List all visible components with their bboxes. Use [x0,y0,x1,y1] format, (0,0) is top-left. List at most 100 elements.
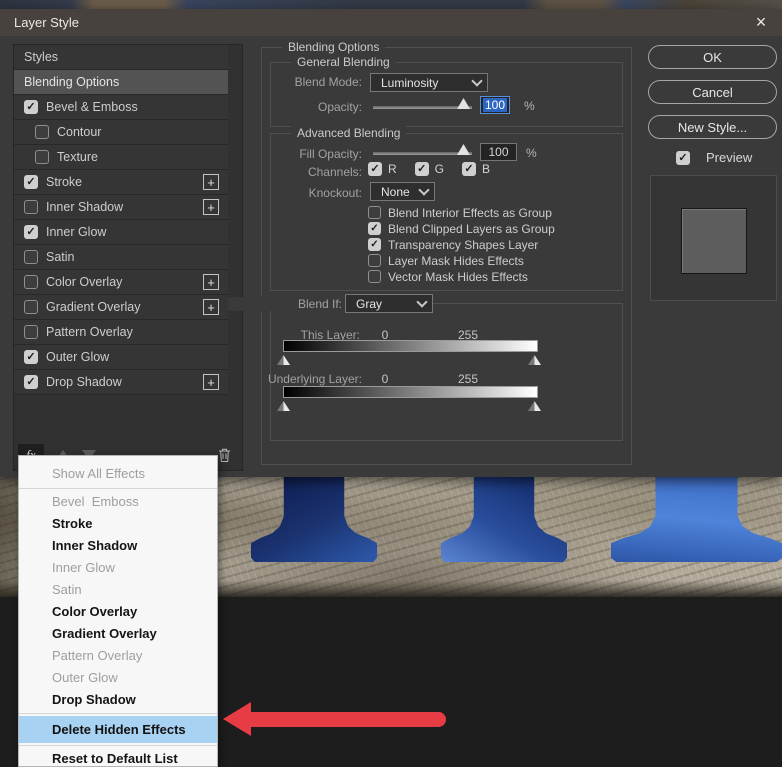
menu-separator [19,713,217,714]
transparency-shapes-layer-checkbox[interactable]: ✓ [368,238,381,251]
sidebar-item-label: Contour [57,125,102,139]
chevron-down-icon [418,184,430,196]
sidebar-item-label: Texture [57,150,98,164]
channel-g-checkbox[interactable]: ✓ [414,162,429,176]
menu-item-delete-hidden-effects[interactable]: Delete Hidden Effects [19,716,217,743]
sidebar-item-pattern-overlay[interactable]: Pattern Overlay [14,320,228,345]
layer-style-dialog: Layer Style × Styles Blending Options ✓ Bev… [0,9,782,477]
dialog-titlebar[interactable]: Layer Style × [0,9,782,36]
option-label: Transparency Shapes Layer [388,237,539,252]
channel-b: ✓ B [462,162,490,176]
add-inner-shadow-button[interactable]: + [203,199,219,215]
styles-list: Styles Blending Options ✓ Bevel & Emboss Con… [14,45,242,395]
blue-letter-shape [611,477,782,562]
menu-item-inner-shadow[interactable]: Inner Shadow [19,535,217,557]
menu-item-reset-to-default-list[interactable]: Reset to Default List [19,748,217,767]
underlying-layer-gradient-bar[interactable] [283,386,538,398]
gradient-overlay-checkbox[interactable] [24,300,38,314]
sidebar-item-label: Outer Glow [46,350,110,364]
blue-letter-shape [251,477,377,562]
underlying-layer-max: 255 [457,372,479,386]
bevel-emboss-checkbox[interactable]: ✓ [24,100,38,114]
knockout-dropdown[interactable]: None [370,182,435,201]
outer-glow-checkbox[interactable]: ✓ [24,350,38,364]
menu-separator [19,745,217,746]
preview-checkbox[interactable]: ✓ [676,150,690,165]
new-style-button[interactable]: New Style... [648,115,777,139]
sidebar-item-label: Drop Shadow [46,375,122,389]
fill-opacity-label: Fill Opacity: [299,147,362,161]
pattern-overlay-checkbox[interactable] [24,325,38,339]
menu-item-drop-shadow[interactable]: Drop Shadow [19,689,217,711]
trash-icon[interactable] [217,447,232,463]
fill-opacity-slider-track[interactable] [373,152,472,155]
layer-mask-hides-effects-checkbox[interactable] [368,254,381,267]
add-color-overlay-button[interactable]: + [203,274,219,290]
drop-shadow-checkbox[interactable]: ✓ [24,375,38,389]
ok-button[interactable]: OK [648,45,777,69]
menu-item-gradient-overlay[interactable]: Gradient Overlay [19,623,217,645]
sidebar-item-outer-glow[interactable]: ✓ Outer Glow [14,345,228,370]
add-gradient-overlay-button[interactable]: + [203,299,219,315]
sidebar-item-inner-shadow[interactable]: Inner Shadow + [14,195,228,220]
menu-item-stroke[interactable]: Stroke [19,513,217,535]
satin-checkbox[interactable] [24,250,38,264]
opacity-slider-track[interactable] [373,106,472,109]
sidebar-item-contour[interactable]: Contour [14,120,228,145]
menu-item-pattern-overlay[interactable]: Pattern Overlay [19,645,217,667]
sidebar-item-drop-shadow[interactable]: ✓ Drop Shadow + [14,370,228,395]
menu-item-bevel-emboss[interactable]: Bevel Emboss [19,491,217,513]
sidebar-item-label: Pattern Overlay [46,325,133,339]
sidebar-item-styles[interactable]: Styles [14,45,228,70]
menu-item-satin[interactable]: Satin [19,579,217,601]
close-icon[interactable]: × [750,12,772,34]
texture-checkbox[interactable] [35,150,49,164]
preview-option: ✓ Preview [676,150,752,165]
menu-item-color-overlay[interactable]: Color Overlay [19,601,217,623]
preview-label: Preview [706,150,753,165]
opacity-label: Opacity: [317,100,362,114]
option-blend-interior-effects-as-group: Blend Interior Effects as Group [368,206,555,220]
contour-checkbox[interactable] [35,125,49,139]
sidebar-item-label: Inner Shadow [46,200,124,214]
opacity-input[interactable]: 100 [480,96,510,114]
menu-item-show-all-effects[interactable]: Show All Effects [19,462,217,486]
sidebar-item-gradient-overlay[interactable]: Gradient Overlay + [14,295,228,320]
sidebar-item-label: Color Overlay [46,275,123,289]
stroke-checkbox[interactable]: ✓ [24,175,38,189]
preview-swatch [681,208,747,274]
sidebar-item-label: Blending Options [24,75,120,89]
sidebar-item-bevel-emboss[interactable]: ✓ Bevel & Emboss [14,95,228,120]
knockout-label: Knockout: [308,186,362,200]
cancel-button[interactable]: Cancel [648,80,777,104]
blend-mode-dropdown[interactable]: Luminosity [370,73,488,92]
sidebar-item-color-overlay[interactable]: Color Overlay + [14,270,228,295]
inner-shadow-checkbox[interactable] [24,200,38,214]
blend-if-label: Blend If: [228,297,346,311]
vector-mask-hides-effects-checkbox[interactable] [368,270,381,283]
sidebar-item-label: Styles [24,50,59,64]
document-background-strip [0,0,782,9]
channel-b-checkbox[interactable]: ✓ [462,162,477,176]
menu-item-outer-glow[interactable]: Outer Glow [19,667,217,689]
styles-panel: Styles Blending Options ✓ Bevel & Emboss Con… [13,44,243,471]
channel-label: B [482,162,491,176]
sidebar-item-stroke[interactable]: ✓ Stroke + [14,170,228,195]
sidebar-item-inner-glow[interactable]: ✓ Inner Glow [14,220,228,245]
blend-interior-effects-as-group-checkbox[interactable] [368,206,381,219]
sidebar-item-satin[interactable]: Satin [14,245,228,270]
inner-glow-checkbox[interactable]: ✓ [24,225,38,239]
sidebar-item-blending-options[interactable]: Blending Options [14,70,228,95]
menu-item-inner-glow[interactable]: Inner Glow [19,557,217,579]
blend-if-dropdown[interactable]: Gray [345,294,433,313]
fill-opacity-input[interactable]: 100 [480,143,517,161]
add-stroke-button[interactable]: + [203,174,219,190]
color-overlay-checkbox[interactable] [24,275,38,289]
blending-options-title: Blending Options [282,40,386,54]
add-drop-shadow-button[interactable]: + [203,374,219,390]
channel-r-checkbox[interactable]: ✓ [368,162,382,176]
blend-clipped-layers-as-group-checkbox[interactable]: ✓ [368,222,381,235]
this-layer-gradient-bar[interactable] [283,340,538,352]
sidebar-item-texture[interactable]: Texture [14,145,228,170]
chevron-down-icon [416,296,428,308]
